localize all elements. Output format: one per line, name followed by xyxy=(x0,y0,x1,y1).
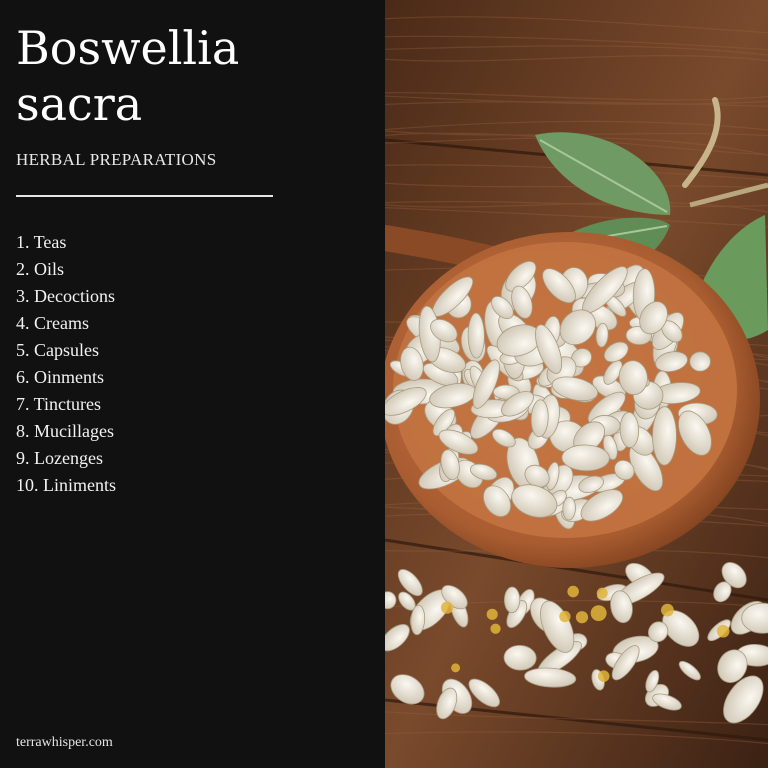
plant-title-line1: Boswellia xyxy=(16,21,240,75)
list-item: 9. Lozenges xyxy=(16,448,103,468)
list-item: 6. Oinments xyxy=(16,367,104,387)
list-item: 3. Decoctions xyxy=(16,286,115,306)
list-item: 4. Creams xyxy=(16,313,89,333)
list-item: 2. Oils xyxy=(16,259,65,279)
divider xyxy=(16,195,273,197)
plant-title-line2: sacra xyxy=(16,77,143,131)
list-item: 5. Capsules xyxy=(16,340,99,360)
list-item: 10. Liniments xyxy=(16,475,116,495)
infographic-card: Boswellia sacra HERBAL PREPARATIONS 1. T… xyxy=(0,0,768,768)
list-item: 1. Teas xyxy=(16,232,67,252)
site-url: terrawhisper.com xyxy=(16,735,113,750)
resin-bowl-illustration xyxy=(385,0,768,768)
text-panel: Boswellia sacra HERBAL PREPARATIONS 1. T… xyxy=(0,0,385,768)
plant-title: Boswellia sacra xyxy=(16,20,239,132)
frankincense-photo xyxy=(385,0,768,768)
preparations-list: 1. Teas 2. Oils 3. Decoctions 4. Creams … xyxy=(16,229,116,499)
list-item: 8. Mucillages xyxy=(16,421,114,441)
section-subtitle: HERBAL PREPARATIONS xyxy=(16,150,217,169)
list-item: 7. Tinctures xyxy=(16,394,102,414)
